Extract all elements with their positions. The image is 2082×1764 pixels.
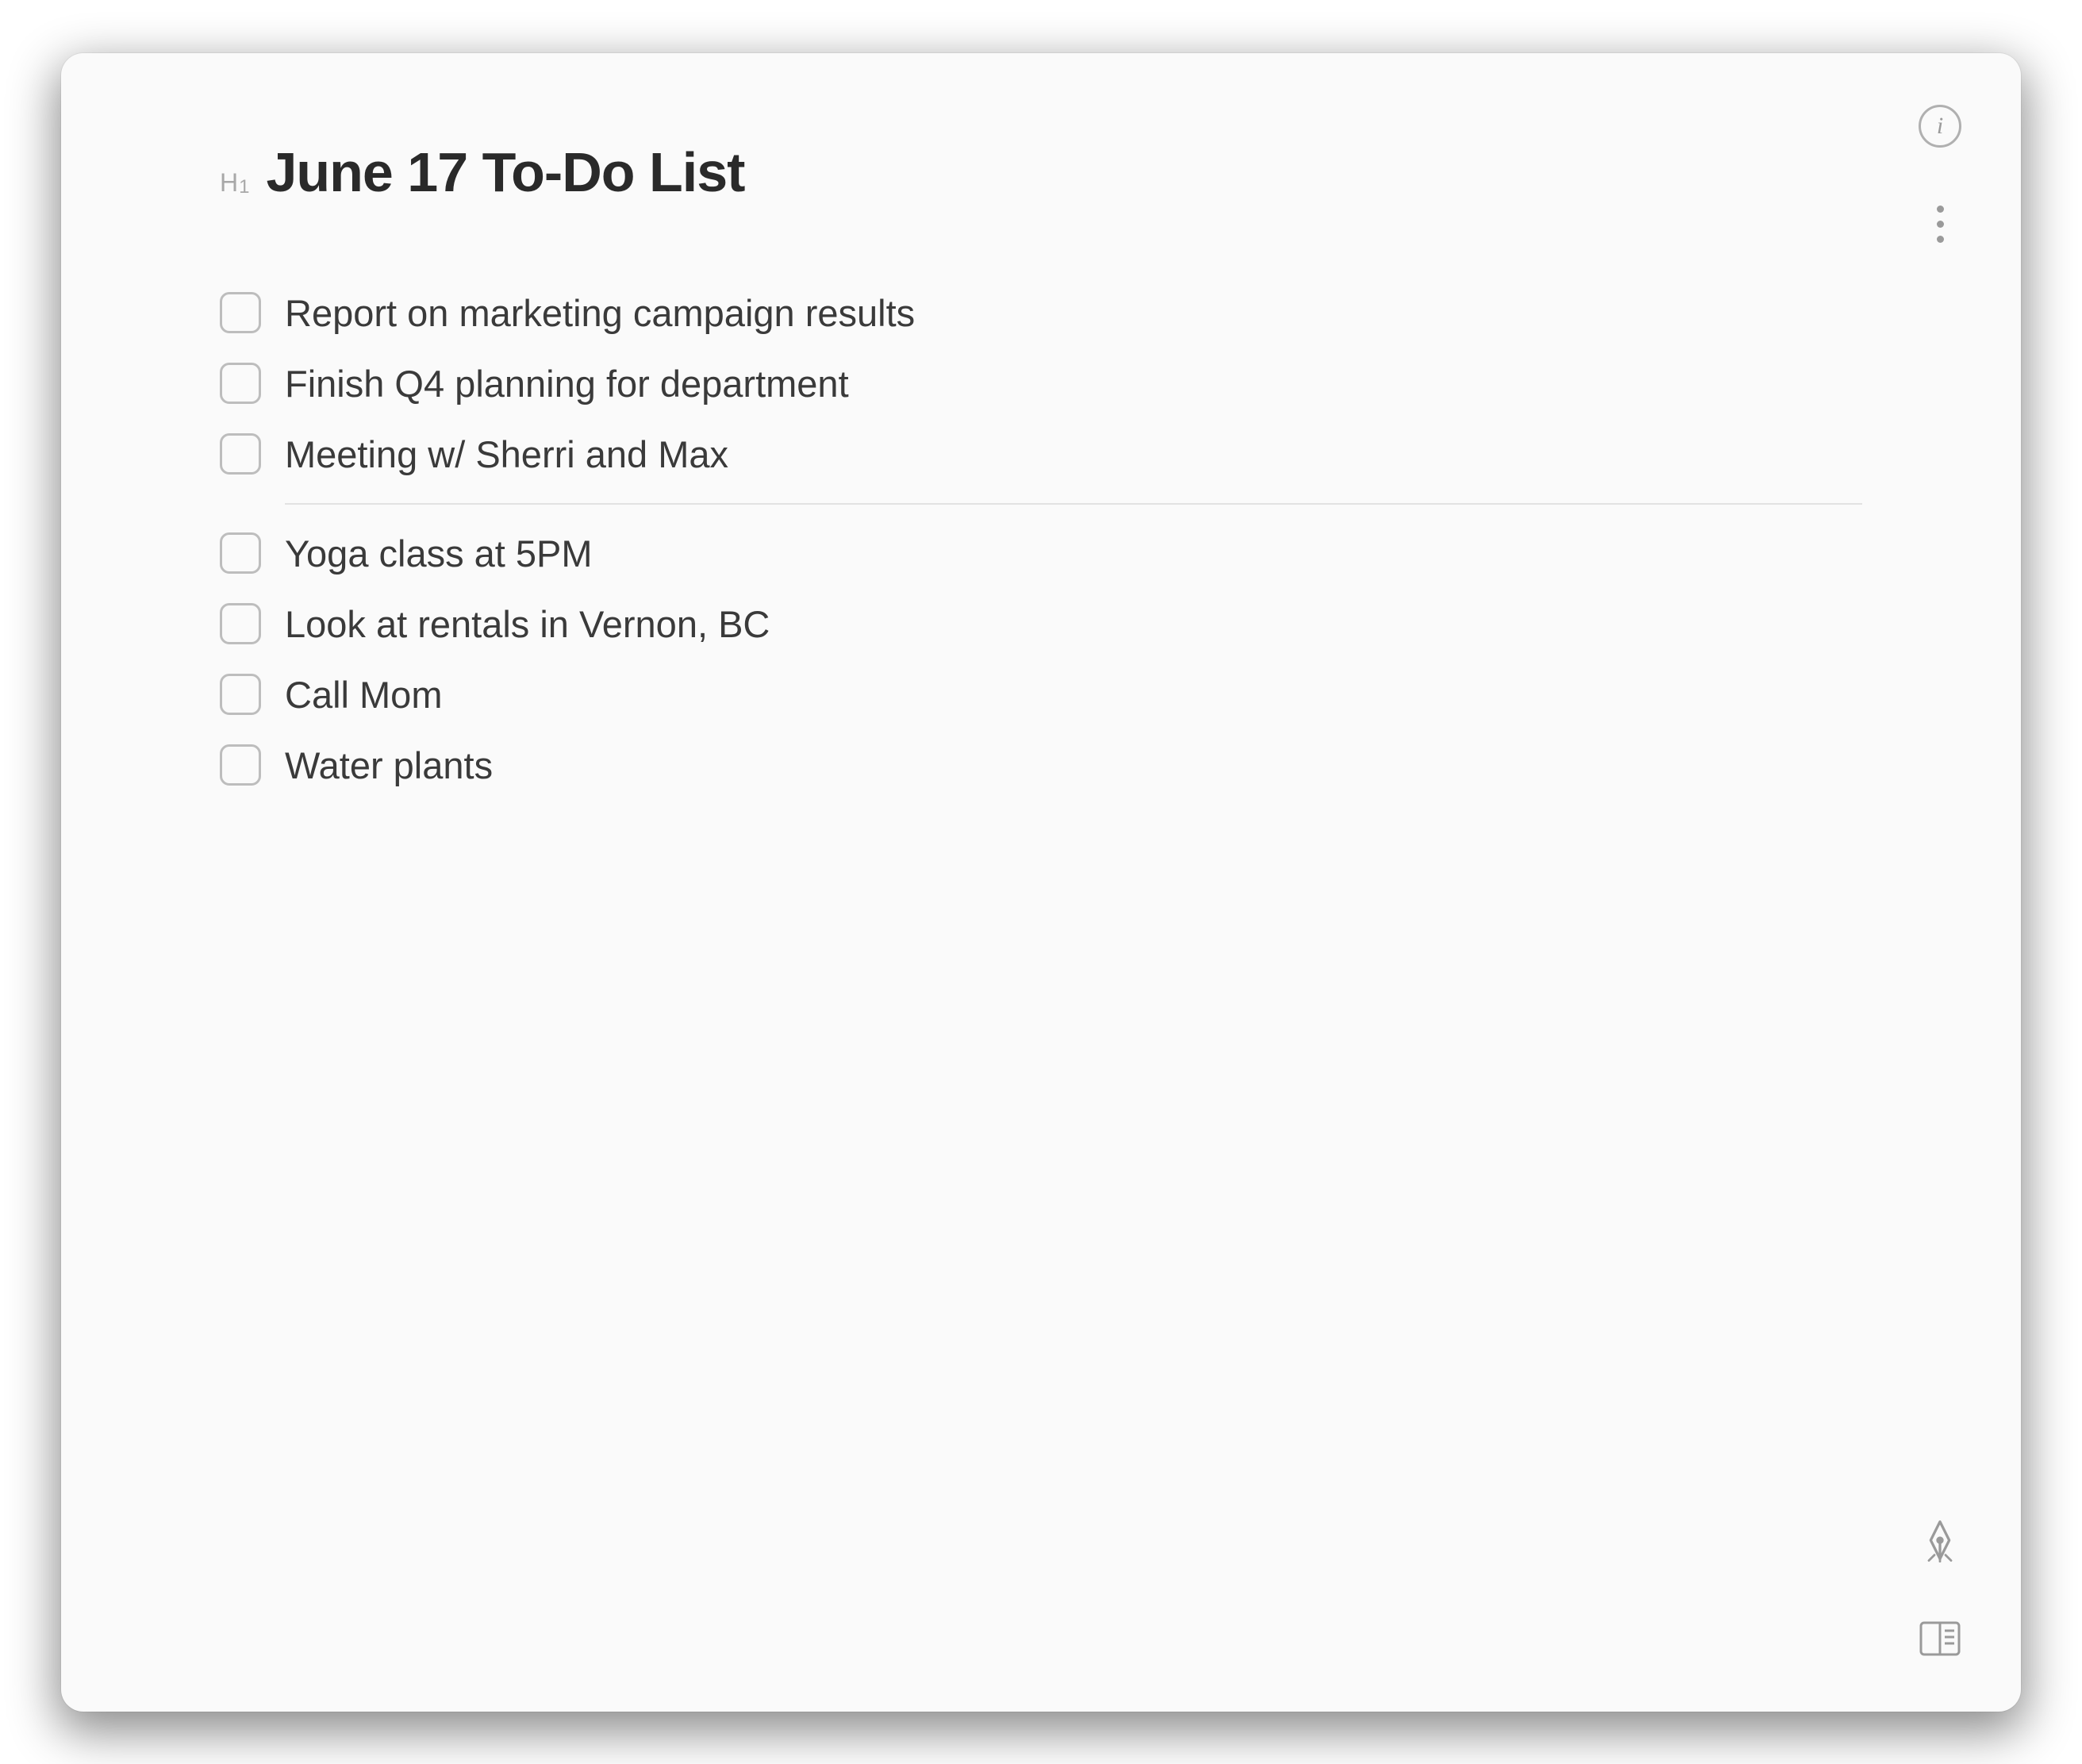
- task-group-2: Yoga class at 5PM Look at rentals in Ver…: [220, 532, 1862, 787]
- note-window: i H1 June 1: [61, 53, 2021, 1712]
- top-right-toolbar: i: [1915, 101, 1965, 250]
- more-vertical-icon: [1937, 206, 1944, 243]
- task-checkbox[interactable]: [220, 674, 261, 715]
- task-item: Water plants: [220, 744, 1862, 787]
- task-item: Meeting w/ Sherri and Max: [220, 432, 1862, 476]
- info-icon: i: [1919, 105, 1961, 148]
- task-item: Yoga class at 5PM: [220, 532, 1862, 575]
- info-button[interactable]: i: [1915, 101, 1965, 152]
- task-group-1: Report on marketing campaign results Fin…: [220, 291, 1862, 476]
- task-item: Look at rentals in Vernon, BC: [220, 602, 1862, 646]
- task-checkbox[interactable]: [220, 532, 261, 574]
- notebook-button[interactable]: [1915, 1613, 1965, 1664]
- notebook-icon: [1918, 1620, 1962, 1658]
- task-item: Report on marketing campaign results: [220, 291, 1862, 335]
- task-checkbox[interactable]: [220, 744, 261, 786]
- title-row: H1 June 17 To-Do List: [220, 140, 1862, 204]
- task-checkbox[interactable]: [220, 363, 261, 404]
- task-checkbox[interactable]: [220, 603, 261, 644]
- task-item: Finish Q4 planning for department: [220, 362, 1862, 405]
- task-item: Call Mom: [220, 673, 1862, 717]
- task-label[interactable]: Call Mom: [285, 673, 442, 717]
- fountain-pen-icon: [1918, 1518, 1962, 1562]
- heading-level-badge: H1: [220, 168, 250, 198]
- more-options-button[interactable]: [1915, 199, 1965, 250]
- divider: [285, 503, 1862, 505]
- task-label[interactable]: Finish Q4 planning for department: [285, 362, 849, 405]
- task-checkbox[interactable]: [220, 292, 261, 333]
- task-label[interactable]: Meeting w/ Sherri and Max: [285, 432, 728, 476]
- bottom-right-toolbar: [1915, 1515, 1965, 1664]
- note-title[interactable]: June 17 To-Do List: [266, 140, 744, 204]
- task-label[interactable]: Look at rentals in Vernon, BC: [285, 602, 770, 646]
- task-label[interactable]: Yoga class at 5PM: [285, 532, 593, 575]
- pen-tool-button[interactable]: [1915, 1515, 1965, 1566]
- task-label[interactable]: Report on marketing campaign results: [285, 291, 915, 335]
- task-checkbox[interactable]: [220, 433, 261, 475]
- task-label[interactable]: Water plants: [285, 744, 493, 787]
